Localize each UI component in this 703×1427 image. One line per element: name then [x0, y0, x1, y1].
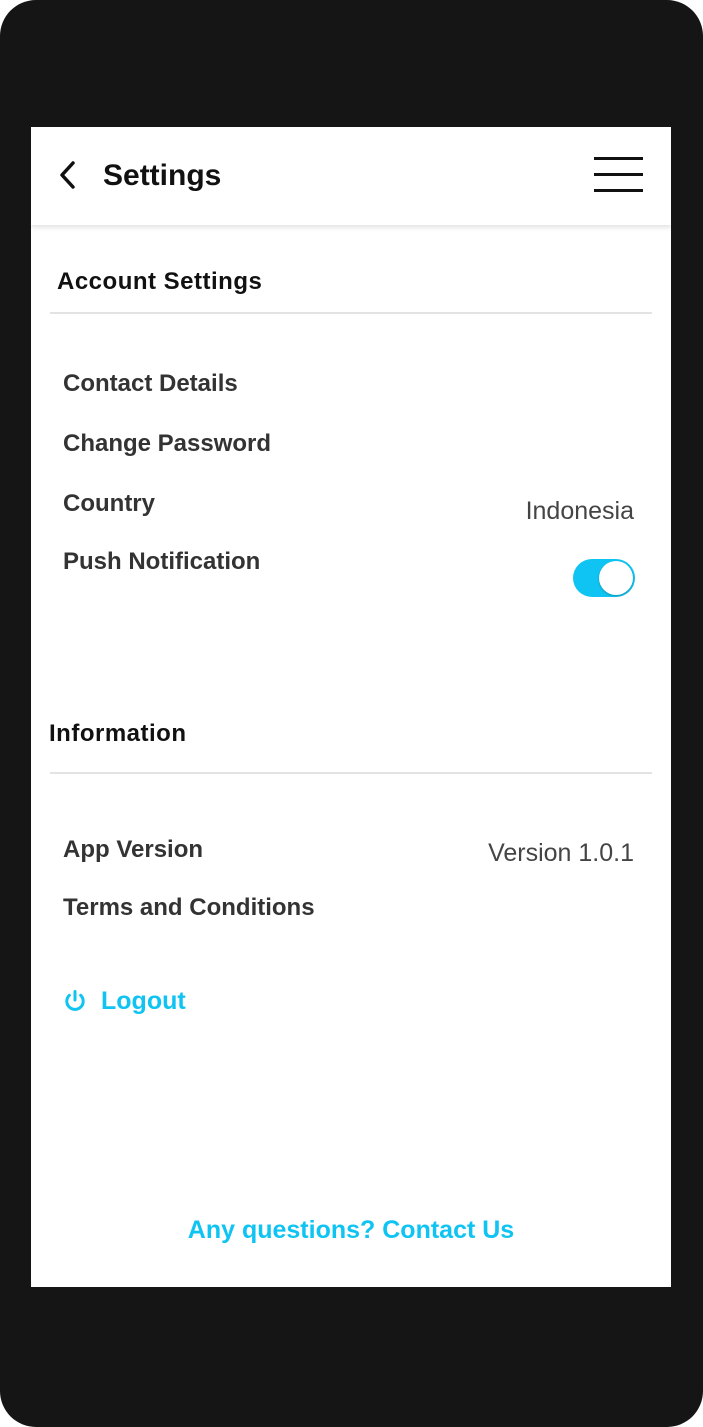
page-title: Settings	[103, 159, 222, 192]
app-version-value: Version 1.0.1	[488, 839, 634, 867]
account-settings-divider	[50, 312, 652, 314]
toggle-knob	[599, 561, 633, 595]
app-version-item: App Version	[63, 836, 204, 863]
terms-and-conditions-item[interactable]: Terms and Conditions	[63, 894, 315, 922]
information-heading: Information	[49, 720, 187, 747]
contact-details-item[interactable]: Contact Details	[63, 370, 238, 398]
device-frame: Settings Account Settings Contact Detail…	[0, 0, 703, 1427]
hamburger-menu-icon	[594, 157, 643, 160]
account-settings-heading: Account Settings	[57, 268, 263, 295]
hamburger-menu-icon-bar	[594, 173, 643, 176]
contact-us-link[interactable]: Any questions? Contact Us	[31, 1216, 671, 1245]
change-password-item[interactable]: Change Password	[63, 430, 271, 458]
app-bar: Settings	[31, 127, 671, 225]
chevron-left-icon	[60, 161, 75, 189]
menu-button[interactable]	[594, 157, 644, 195]
push-notification-item: Push Notification	[63, 548, 261, 575]
power-icon	[65, 990, 85, 1011]
back-button[interactable]	[55, 157, 87, 193]
country-item[interactable]: Country	[63, 490, 155, 518]
settings-screen: Settings Account Settings Contact Detail…	[31, 127, 671, 1287]
information-divider	[50, 772, 652, 774]
hamburger-menu-icon-bar	[594, 189, 643, 192]
logout-button[interactable]: Logout	[63, 984, 186, 1018]
logout-label: Logout	[101, 986, 186, 1015]
push-notification-toggle[interactable]	[573, 559, 635, 597]
country-value: Indonesia	[525, 497, 634, 525]
